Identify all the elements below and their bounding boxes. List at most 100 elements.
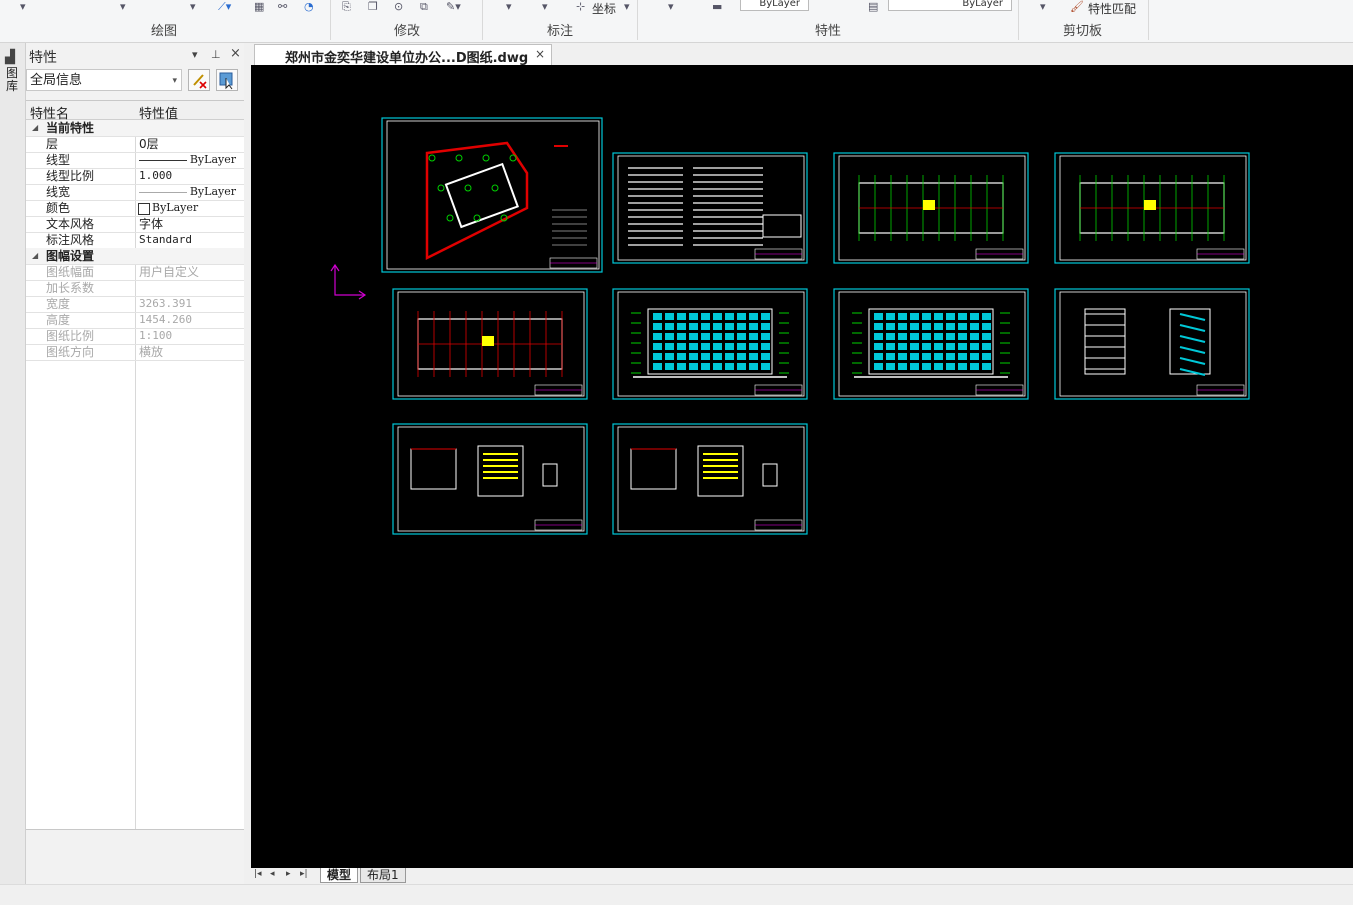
window-fill — [701, 313, 710, 320]
property-row-color[interactable]: 颜色 ByLayer — [26, 200, 244, 217]
dropdown-arrow-icon[interactable]: ▾ — [120, 0, 126, 13]
window-fill — [970, 313, 979, 320]
chevron-down-icon[interactable]: ▾ — [192, 48, 198, 61]
window-fill — [958, 313, 967, 320]
rotate-tool-icon[interactable]: ⊙ — [394, 0, 403, 13]
dropdown-arrow-icon[interactable]: ▾ — [190, 0, 196, 13]
property-row-dim-style[interactable]: 标注风格 Standard — [26, 232, 244, 249]
window-fill — [874, 363, 883, 370]
coordinate-icon[interactable]: ⊹ — [576, 0, 585, 13]
stair-fill — [482, 336, 494, 346]
window-fill — [958, 353, 967, 360]
category-sheet-settings[interactable]: ◢ 图幅设置 — [26, 248, 244, 265]
window-fill — [725, 343, 734, 350]
library-icon[interactable]: ▟ — [5, 50, 15, 65]
property-row-linetype[interactable]: 线型 ByLayer — [26, 152, 244, 169]
window-fill — [886, 353, 895, 360]
window-fill — [761, 313, 770, 320]
collapse-icon[interactable]: ◢ — [32, 120, 38, 136]
window-fill — [665, 363, 674, 370]
match-properties-icon[interactable]: 🖌 — [1070, 0, 1084, 13]
window-fill — [910, 343, 919, 350]
tab-layout1[interactable]: 布局1 — [360, 868, 406, 883]
move-tool-icon[interactable]: ⎘ — [342, 0, 351, 14]
dropdown-arrow-icon[interactable]: ▾ — [20, 0, 26, 13]
collapse-icon[interactable]: ◢ — [32, 248, 38, 264]
coordinate-button[interactable]: 坐标 — [592, 0, 616, 17]
window-fill — [934, 313, 943, 320]
window-fill — [946, 313, 955, 320]
selection-dropdown[interactable]: 全局信息 ▾ — [26, 69, 182, 91]
region-tool-icon[interactable]: ◔ — [304, 0, 314, 13]
toggle-pickadd-button[interactable] — [188, 69, 210, 91]
window-fill — [701, 353, 710, 360]
window-fill — [898, 353, 907, 360]
window-fill — [958, 343, 967, 350]
window-fill — [665, 343, 674, 350]
hatch-tool-icon[interactable]: ▦ — [254, 0, 264, 13]
drawing-canvas-svg — [330, 117, 1250, 535]
stair-fill — [923, 200, 935, 210]
mirror-tool-icon[interactable]: ⧉ — [420, 0, 428, 14]
window-fill — [934, 323, 943, 330]
prev-tab-icon[interactable]: ◂ — [270, 869, 275, 879]
linetype-icon[interactable]: ▤ — [868, 0, 878, 13]
window-fill — [761, 333, 770, 340]
property-row-orientation: 图纸方向 横放 — [26, 344, 244, 361]
site-boundary — [425, 141, 529, 261]
line-tool-icon[interactable]: ⟋▾ — [218, 0, 231, 14]
window-fill — [653, 353, 662, 360]
drawing-sheet-frame — [612, 152, 808, 264]
close-icon[interactable]: × — [535, 47, 545, 61]
property-row-text-style[interactable]: 文本风格 字体 — [26, 216, 244, 233]
property-row-lineweight[interactable]: 线宽 ByLayer — [26, 184, 244, 201]
layer-combo[interactable]: ByLayer — [740, 0, 809, 11]
window-fill — [749, 343, 758, 350]
window-fill — [677, 353, 686, 360]
stair-fill — [1144, 200, 1156, 210]
property-row-sheet-size: 图纸幅面 用户自定义 — [26, 264, 244, 281]
tree-symbol — [509, 154, 517, 162]
document-tab[interactable]: 郑州市金奕华建设单位办公...D图纸.dwg × — [254, 44, 552, 66]
window-fill — [653, 333, 662, 340]
library-tab[interactable]: 图库 — [6, 67, 19, 93]
window-fill — [713, 353, 722, 360]
next-tab-icon[interactable]: ▸ — [286, 869, 291, 879]
window-fill — [982, 343, 991, 350]
window-fill — [970, 323, 979, 330]
window-fill — [677, 363, 686, 370]
category-current-properties[interactable]: ◢ 当前特性 — [26, 120, 244, 137]
window-fill — [886, 313, 895, 320]
detail-outline — [630, 448, 677, 490]
last-tab-icon[interactable]: ▸| — [300, 869, 308, 879]
window-fill — [982, 353, 991, 360]
match-properties-button[interactable]: 特性匹配 — [1088, 0, 1136, 17]
dropdown-arrow-icon[interactable]: ▾ — [624, 0, 630, 13]
group-tool-icon[interactable]: ⚯ — [278, 0, 287, 13]
window-fill — [677, 333, 686, 340]
window-fill — [677, 313, 686, 320]
edit-tool-icon[interactable]: ✎▾ — [446, 0, 461, 13]
tab-model[interactable]: 模型 — [320, 868, 359, 883]
linetype-combo[interactable]: ByLayer — [888, 0, 1012, 11]
first-tab-icon[interactable]: |◂ — [254, 869, 262, 879]
close-icon[interactable]: × — [230, 46, 241, 61]
drawing-canvas[interactable] — [251, 65, 1353, 868]
dropdown-arrow-icon[interactable]: ▾ — [506, 0, 512, 13]
window-fill — [982, 323, 991, 330]
property-row-layer[interactable]: 层 0层 — [26, 136, 244, 153]
copy-tool-icon[interactable]: ❐ — [368, 0, 378, 13]
window-fill — [689, 343, 698, 350]
pin-icon[interactable]: ⊥ — [211, 48, 221, 61]
quick-select-button[interactable] — [216, 69, 238, 91]
dropdown-arrow-icon[interactable]: ▾ — [1040, 0, 1046, 13]
window-fill — [653, 343, 662, 350]
dropdown-arrow-icon[interactable]: ▾ — [668, 0, 674, 13]
window-fill — [665, 333, 674, 340]
property-row-linetype-scale[interactable]: 线型比例 1.000 — [26, 168, 244, 185]
window-fill — [946, 323, 955, 330]
tree-symbol — [473, 214, 481, 222]
dropdown-arrow-icon[interactable]: ▾ — [542, 0, 548, 13]
window-fill — [898, 363, 907, 370]
lineweight-icon[interactable]: ▬ — [712, 0, 722, 13]
